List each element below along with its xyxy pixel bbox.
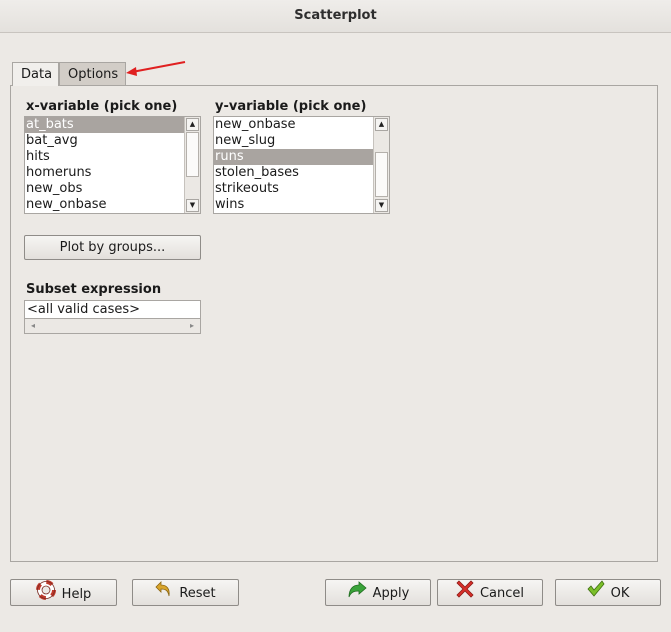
scroll-up-icon[interactable]: ▲ [375,118,388,131]
list-item[interactable]: homeruns [25,165,185,181]
list-item[interactable]: new_obs [25,181,185,197]
plot-by-groups-button[interactable]: Plot by groups... [24,235,201,260]
tab-data[interactable]: Data [12,62,59,86]
lifebuoy-icon [35,580,56,609]
checkmark-icon [587,580,605,607]
scroll-down-icon[interactable]: ▼ [186,199,199,212]
scroll-thumb[interactable] [186,132,199,177]
x-variable-label: x-variable (pick one) [26,99,178,114]
arrow-annotation-icon [126,61,186,76]
red-x-icon [456,580,474,607]
y-variable-label: y-variable (pick one) [215,99,367,114]
x-variable-listbox[interactable]: at_bats bat_avg hits homeruns new_obs ne… [24,116,201,214]
apply-button[interactable]: Apply [325,579,431,606]
list-item[interactable]: strikeouts [214,181,374,197]
help-label: Help [61,587,92,602]
ok-button[interactable]: OK [555,579,661,606]
subset-expression-input[interactable]: <all valid cases> [24,300,201,319]
cancel-label: Cancel [479,586,525,601]
subset-horizontal-scrollbar[interactable]: ◂ ▸ [24,319,201,334]
help-button[interactable]: Help [10,579,117,606]
list-item[interactable]: new_onbase [25,197,185,213]
y-variable-scrollbar[interactable]: ▲ ▼ [373,117,389,213]
ok-label: OK [610,586,630,601]
scroll-up-icon[interactable]: ▲ [186,118,199,131]
y-variable-listbox[interactable]: new_onbase new_slug runs stolen_bases st… [213,116,390,214]
window-title: Scatterplot [294,8,377,23]
reset-label: Reset [179,586,216,601]
cancel-button[interactable]: Cancel [437,579,543,606]
tab-options[interactable]: Options [59,62,126,85]
undo-arrow-icon [155,580,173,607]
scroll-down-icon[interactable]: ▼ [375,199,388,212]
green-arrow-icon [347,580,367,607]
apply-label: Apply [372,586,410,601]
x-variable-scrollbar[interactable]: ▲ ▼ [184,117,200,213]
list-item[interactable]: stolen_bases [214,165,374,181]
reset-button[interactable]: Reset [132,579,239,606]
list-item[interactable]: bat_avg [25,133,185,149]
plot-by-groups-label: Plot by groups... [59,240,166,255]
scroll-right-icon[interactable]: ▸ [186,320,198,332]
list-item[interactable]: hits [25,149,185,165]
list-item[interactable]: runs [214,149,374,165]
list-item[interactable]: at_bats [25,117,185,133]
subset-expression-label: Subset expression [26,282,162,297]
list-item[interactable]: wins [214,197,374,213]
scroll-thumb[interactable] [375,152,388,197]
list-item[interactable]: new_slug [214,133,374,149]
list-item[interactable]: new_onbase [214,117,374,133]
scroll-left-icon[interactable]: ◂ [27,320,39,332]
window-titlebar: Scatterplot [0,0,671,33]
